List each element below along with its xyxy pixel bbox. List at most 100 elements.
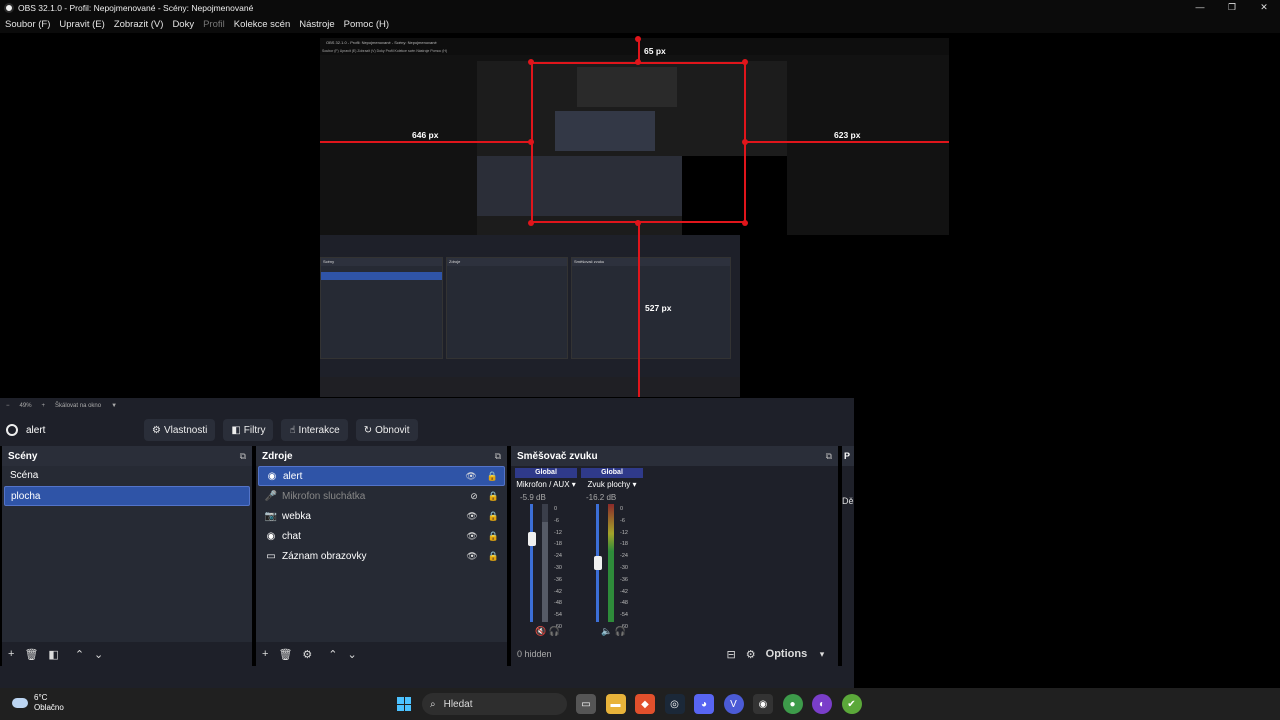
nested-taskbar — [320, 377, 740, 397]
add-icon[interactable]: + — [262, 648, 268, 660]
mixer-title: Směšovač zvuku — [517, 450, 598, 462]
arrow-down-icon[interactable]: ⌄ — [348, 648, 357, 661]
lock-icon[interactable]: 🔒 — [488, 531, 499, 542]
eye-hidden-icon[interactable]: ⊘ — [470, 491, 478, 502]
maximize-button[interactable]: ❐ — [1216, 0, 1248, 15]
advanced-audio-icon[interactable]: ⚙ — [746, 648, 756, 661]
lock-icon[interactable]: 🔒 — [488, 511, 499, 522]
menu-tools[interactable]: Nástroje — [299, 19, 334, 30]
source-item[interactable]: ▭ Záznam obrazovky 👁 🔒 — [258, 546, 505, 566]
eye-icon[interactable]: 👁 — [466, 531, 477, 542]
zoom-level: 49% — [19, 403, 32, 409]
rotate-handle[interactable] — [635, 36, 641, 42]
guide-bottom-line — [638, 223, 640, 397]
volume-slider-track[interactable] — [530, 504, 533, 622]
source-name: chat — [282, 530, 301, 542]
edge-icon[interactable]: ◐ — [812, 694, 832, 714]
selection-bounding-box[interactable] — [531, 62, 746, 223]
lock-icon[interactable]: 🔒 — [488, 491, 499, 502]
vpn-icon[interactable]: V — [723, 694, 744, 714]
lock-icon[interactable]: 🔒 — [487, 471, 498, 482]
weather-widget[interactable]: 6°C Oblačno — [12, 693, 64, 713]
scale-tick: -24 — [620, 553, 628, 560]
undock-icon[interactable]: ⧉ — [495, 451, 501, 462]
properties-button[interactable]: ⚙ Vlastnosti — [144, 419, 216, 441]
menu-file[interactable]: Soubor (F) — [5, 19, 50, 30]
lock-icon[interactable]: 🔒 — [488, 551, 499, 562]
level-meter — [608, 504, 614, 622]
menu-help[interactable]: Pomoc (H) — [344, 19, 389, 30]
source-item[interactable]: 📷 webka 👁 🔒 — [258, 506, 505, 526]
zoom-out-button[interactable]: − — [6, 403, 10, 409]
close-button[interactable]: ✕ — [1248, 0, 1280, 15]
eye-icon[interactable]: 👁 — [466, 511, 477, 522]
arrow-up-icon[interactable]: ⌃ — [328, 648, 337, 661]
task-view-icon[interactable]: ▭ — [576, 694, 596, 714]
options-button[interactable]: Options ▾ — [766, 648, 825, 660]
obs-taskbar-icon[interactable]: ◉ — [753, 694, 773, 714]
resize-handle-left[interactable] — [528, 139, 534, 145]
app-icon[interactable]: ✔ — [841, 694, 862, 714]
scale-tick: -42 — [554, 588, 562, 595]
interact-button[interactable]: ☝ Interakce — [281, 419, 348, 441]
muted-speaker-icon[interactable]: 🔇 — [535, 626, 546, 636]
add-icon[interactable]: + — [8, 648, 14, 660]
resize-handle-right[interactable] — [742, 139, 748, 145]
menu-profile[interactable]: Profil — [203, 19, 225, 30]
speaker-icon[interactable]: 🔈 — [601, 626, 612, 636]
trash-icon[interactable]: 🗑 — [278, 648, 292, 661]
headphones-icon[interactable]: 🎧 — [549, 626, 560, 636]
steam-icon[interactable]: ◎ — [664, 694, 685, 714]
channel-name-select[interactable]: Zvuk plochy ▾ — [581, 480, 643, 489]
scale-mode-select[interactable]: Škálovat na okno — [55, 403, 101, 409]
resize-handle-tr[interactable] — [742, 59, 748, 65]
source-item[interactable]: 🎤 Mikrofon sluchátka ⊘ 🔒 — [258, 486, 505, 506]
resize-handle-tl[interactable] — [528, 59, 534, 65]
resize-handle-bottom[interactable] — [635, 220, 641, 226]
discord-icon[interactable]: ◕ — [694, 694, 714, 714]
resize-handle-bl[interactable] — [528, 220, 534, 226]
preview-canvas[interactable]: OBS 32.1.0 - Profil: Nepojmenované - Scé… — [0, 33, 1280, 398]
refresh-button[interactable]: ↻ Obnovit — [355, 419, 418, 441]
resize-handle-br[interactable] — [742, 220, 748, 226]
arrow-down-icon[interactable]: ⌄ — [94, 648, 103, 661]
scene-item-selected[interactable]: plocha — [4, 486, 250, 506]
channel-name-select[interactable]: Mikrofon / AUX ▾ — [515, 480, 577, 489]
undock-icon[interactable]: ⧉ — [826, 451, 832, 462]
weather-condition: Oblačno — [34, 703, 64, 712]
menu-scene-collection[interactable]: Kolekce scén — [234, 19, 291, 30]
scene-item[interactable]: Scéna — [4, 466, 250, 486]
partial-dock-title: P — [842, 446, 854, 466]
obs-logo-icon — [4, 2, 14, 13]
guide-right-line — [746, 141, 949, 143]
nested-black-area — [740, 235, 949, 397]
source-item[interactable]: ◉ alert 👁 🔒 — [258, 466, 505, 486]
volume-slider-knob[interactable] — [594, 556, 602, 570]
file-explorer-icon[interactable]: ▬ — [605, 694, 626, 714]
eye-icon[interactable]: 👁 — [466, 551, 477, 562]
windows-start-icon[interactable] — [397, 697, 411, 711]
arrow-up-icon[interactable]: ⌃ — [75, 648, 84, 661]
gear-icon[interactable]: ⚙ — [302, 648, 312, 661]
source-item[interactable]: ◉ chat 👁 🔒 — [258, 526, 505, 546]
brave-browser-icon[interactable]: ◆ — [635, 694, 655, 714]
menu-docks[interactable]: Doky — [172, 19, 194, 30]
menu-view[interactable]: Zobrazit (V) — [114, 19, 164, 30]
minimize-button[interactable]: — — [1184, 0, 1216, 15]
headphones-icon[interactable]: 🎧 — [615, 626, 626, 636]
eye-icon[interactable]: 👁 — [465, 471, 476, 482]
volume-slider-knob[interactable] — [528, 532, 536, 546]
db-scale: 0 -6 -12 -18 -24 -30 -36 -42 -48 -54 -60 — [620, 504, 628, 634]
zoom-in-button[interactable]: + — [42, 403, 46, 409]
undock-icon[interactable]: ⧉ — [240, 451, 246, 462]
filter-icon[interactable]: ◧ — [48, 648, 58, 661]
filters-button[interactable]: ◧ Filtry — [223, 419, 274, 441]
resize-handle-top[interactable] — [635, 59, 641, 65]
hidden-count: 0 hidden — [517, 649, 552, 659]
taskbar-search[interactable]: ⌕ Hledat — [422, 693, 567, 715]
chrome-icon[interactable]: ● — [782, 694, 803, 714]
layout-icon[interactable]: ⊟ — [727, 648, 736, 661]
menu-edit[interactable]: Upravit (E) — [59, 19, 104, 30]
chevron-down-icon[interactable]: ▼ — [111, 403, 117, 409]
trash-icon[interactable]: 🗑 — [24, 648, 38, 661]
